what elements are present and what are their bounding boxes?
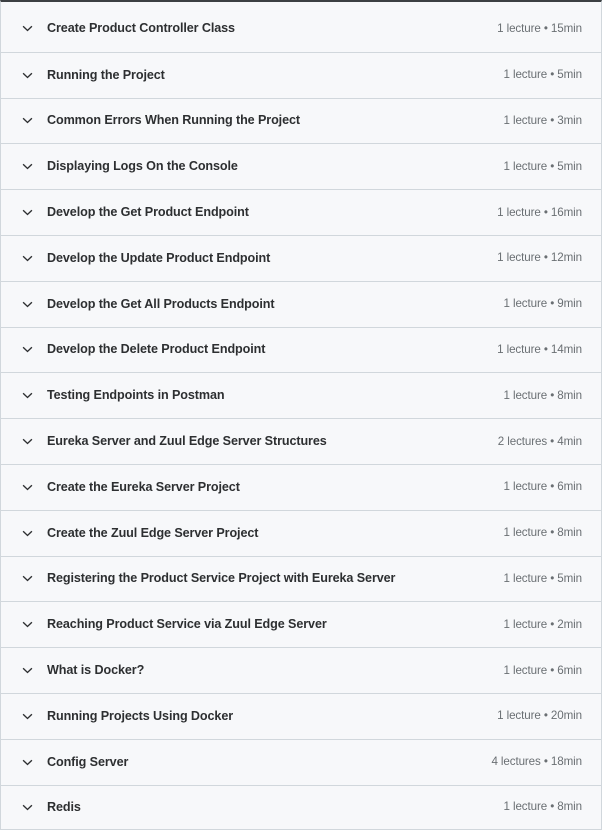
section-meta: 1 lecture • 2min: [503, 617, 583, 631]
chevron-down-icon[interactable]: [20, 389, 34, 403]
curriculum-section-row[interactable]: Create Product Controller Class 1 lecture…: [1, 6, 601, 52]
section-meta: 1 lecture • 5min: [503, 572, 583, 585]
section-meta: 1 lecture • 8min: [503, 800, 583, 814]
section-title: Common Errors When Running the Project: [47, 113, 300, 128]
curriculum-section-row[interactable]: Displaying Logs On the Console 1 lecture …: [1, 143, 601, 190]
curriculum-section-row[interactable]: Running Projects Using Docker 1 lecture •…: [1, 692, 601, 739]
section-title: Registering the Product Service Project …: [47, 571, 396, 586]
section-title: Eureka Server and Zuul Edge Server Struc…: [47, 434, 327, 449]
section-title: What is Docker?: [47, 663, 145, 677]
curriculum-section-row[interactable]: Eureka Server and Zuul Edge Server Struc…: [1, 418, 601, 464]
section-meta: 1 lecture • 5min: [503, 159, 583, 173]
curriculum-section-row[interactable]: Develop the Get Product Endpoint 1 lectur…: [1, 189, 601, 235]
chevron-down-icon[interactable]: [20, 709, 34, 723]
section-meta: 1 lecture • 3min: [503, 114, 583, 128]
section-meta: 1 lecture • 12min: [497, 251, 582, 265]
chevron-down-icon[interactable]: [20, 297, 34, 311]
section-meta: 1 lecture • 6min: [503, 480, 583, 494]
section-meta: 2 lectures • 4min: [497, 434, 582, 448]
curriculum-section-row[interactable]: Redis 1 lecture • 8min: [1, 784, 601, 831]
chevron-down-icon[interactable]: [20, 22, 34, 36]
section-meta: 4 lectures • 18min: [491, 755, 582, 769]
chevron-down-icon[interactable]: [20, 800, 34, 814]
section-meta: 1 lecture • 15min: [497, 21, 582, 35]
curriculum-section-row[interactable]: Create the Zuul Edge Server Project 1 lec…: [1, 509, 601, 556]
course-curriculum-list: Create Product Controller Class 1 lecture…: [0, 6, 602, 831]
chevron-down-icon[interactable]: [20, 251, 34, 265]
section-meta: 1 lecture • 20min: [497, 709, 582, 723]
section-title: Develop the Get All Products Endpoint: [47, 296, 275, 311]
section-title: Testing Endpoints in Postman: [47, 388, 225, 403]
section-meta: 1 lecture • 14min: [497, 343, 582, 357]
section-title: Develop the Update Product Endpoint: [47, 250, 271, 265]
curriculum-section-row[interactable]: Common Errors When Running the Project 1 …: [1, 97, 601, 144]
chevron-down-icon[interactable]: [20, 435, 34, 449]
section-meta: 1 lecture • 6min: [503, 663, 583, 677]
section-meta: 1 lecture • 5min: [503, 68, 583, 82]
section-title: Develop the Get Product Endpoint: [47, 205, 249, 220]
chevron-down-icon[interactable]: [20, 114, 34, 128]
curriculum-section-row[interactable]: Running the Project 1 lecture • 5min: [1, 51, 601, 98]
curriculum-section-row[interactable]: Testing Endpoints in Postman 1 lecture • …: [1, 372, 601, 419]
chevron-down-icon[interactable]: [20, 618, 34, 632]
curriculum-section-row[interactable]: Config Server 4 lectures • 18min: [1, 738, 601, 785]
chevron-down-icon[interactable]: [20, 526, 34, 540]
chevron-down-icon[interactable]: [20, 343, 34, 357]
curriculum-section-row[interactable]: Registering the Product Service Project …: [1, 555, 601, 602]
chevron-down-icon[interactable]: [20, 572, 34, 586]
curriculum-section-row[interactable]: Develop the Update Product Endpoint 1 lec…: [1, 234, 601, 281]
section-meta: 1 lecture • 9min: [503, 297, 583, 311]
section-title: Create Product Controller Class: [47, 21, 235, 36]
curriculum-section-row[interactable]: Reaching Product Service via Zuul Edge S…: [1, 601, 601, 648]
chevron-down-icon[interactable]: [20, 755, 34, 769]
curriculum-section-row[interactable]: What is Docker? 1 lecture • 6min: [1, 647, 601, 693]
section-title: Create the Zuul Edge Server Project: [47, 525, 259, 540]
chevron-down-icon[interactable]: [20, 68, 34, 82]
section-meta: 1 lecture • 16min: [497, 205, 582, 219]
section-title: Running Projects Using Docker: [47, 708, 234, 723]
chevron-down-icon[interactable]: [20, 480, 34, 494]
section-title: Config Server: [47, 754, 129, 769]
chevron-down-icon[interactable]: [20, 206, 34, 220]
curriculum-section-row[interactable]: Create the Eureka Server Project 1 lectur…: [1, 463, 601, 510]
curriculum-section-row[interactable]: Develop the Delete Product Endpoint 1 lec…: [1, 326, 601, 373]
section-title: Develop the Delete Product Endpoint: [47, 342, 266, 357]
curriculum-section-row[interactable]: Develop the Get All Products Endpoint 1 l…: [1, 280, 601, 327]
section-title: Reaching Product Service via Zuul Edge S…: [47, 617, 327, 632]
chevron-down-icon[interactable]: [20, 160, 34, 174]
section-title: Create the Eureka Server Project: [47, 479, 240, 494]
chevron-down-icon[interactable]: [20, 664, 34, 678]
section-title: Running the Project: [47, 67, 165, 82]
section-meta: 1 lecture • 8min: [503, 388, 583, 402]
section-meta: 1 lecture • 8min: [503, 526, 583, 540]
section-title: Displaying Logs On the Console: [47, 159, 238, 174]
section-title: Redis: [47, 799, 81, 814]
